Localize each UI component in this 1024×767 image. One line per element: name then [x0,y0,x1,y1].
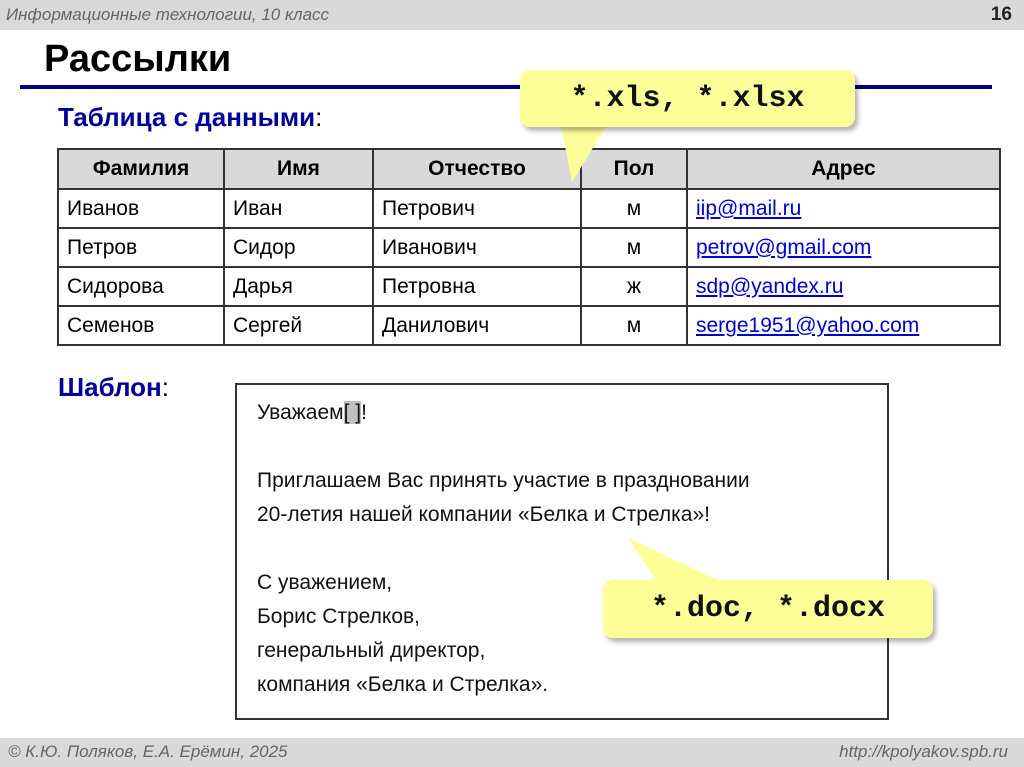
table-row: Иванов Иван Петрович м iip@mail.ru [57,188,1001,229]
template-heading: Шаблон: [58,372,169,403]
cell: Семенов [57,305,225,346]
col-header: Отчество [372,148,582,190]
body-line-2: 20-летия нашей компании «Белка и Стрелка… [257,503,710,526]
cell: Иван [223,188,374,229]
cell: Сидорова [57,266,225,307]
cell: Петровна [372,266,582,307]
slide-title: Рассылки [44,38,232,80]
table-row: Семенов Сергей Данилович м serge1951@yahoo.c… [57,305,1001,346]
colon: : [315,102,323,132]
header-bar: Информационные технологии, 10 класс 16 [0,0,1024,30]
authors: © К.Ю. Поляков, Е.А. Ерёмин, 2025 [8,742,288,761]
body-line-1: Приглашаем Вас принять участие в праздно… [257,469,750,492]
cell: м [580,305,688,346]
table-row: Петров Сидор Иванович м petrov@gmail.com [57,227,1001,268]
cell: Иванов [57,188,225,229]
greeting-line: Уважаем[ ]! [257,401,367,425]
email-link[interactable]: iip@mail.ru [696,197,801,220]
col-header: Имя [223,148,374,190]
cell: м [580,188,688,229]
cell: serge1951@yahoo.com [686,305,1001,346]
cell: Сидор [223,227,374,268]
table-row: Сидорова Дарья Петровна ж sdp@yandex.ru [57,266,1001,307]
data-table: Фамилия Имя Отчество Пол Адрес Иванов Ива… [57,148,1001,346]
email-link[interactable]: serge1951@yahoo.com [696,314,919,337]
cell: iip@mail.ru [686,188,1001,229]
exclamation: ! [361,401,367,424]
email-link[interactable]: petrov@gmail.com [696,236,871,259]
signature-line-1: С уважением, [257,571,393,594]
col-header: Фамилия [57,148,225,190]
table-heading-text: Таблица с данными [58,102,316,132]
email-link[interactable]: sdp@yandex.ru [696,275,843,298]
col-header: Пол [580,148,688,190]
table-header-row: Фамилия Имя Отчество Пол Адрес [57,148,1001,190]
signature-line-2: Борис Стрелков, [257,605,420,628]
signature-line-3: генеральный директор, [257,639,486,662]
colon: : [161,372,169,402]
letter-template: Уважаем[ ]! Приглашаем Вас принять участ… [235,383,889,720]
table-heading: Таблица с данными: [58,102,322,133]
cell: Петрович [372,188,582,229]
cell: м [580,227,688,268]
template-heading-text: Шаблон [58,372,162,402]
greeting: Уважаем [257,401,344,424]
doc-callout: *.doc, *.docx [603,580,933,638]
cell: Дарья [223,266,374,307]
cell: ж [580,266,688,307]
course-title: Информационные технологии, 10 класс [6,5,330,24]
page-number: 16 [990,4,1012,25]
merge-field-placeholder: [ ] [343,401,362,424]
callout-pointer [560,120,730,586]
cell: Петров [57,227,225,268]
site-url[interactable]: http://kpolyakov.spb.ru [839,742,1008,762]
footer-bar: © К.Ю. Поляков, Е.А. Ерёмин, 2025 http:/… [0,738,1024,767]
cell: Данилович [372,305,582,346]
cell: Иванович [372,227,582,268]
xls-callout: *.xls, *.xlsx [520,70,855,127]
cell: petrov@gmail.com [686,227,1001,268]
cell: sdp@yandex.ru [686,266,1001,307]
cell: Сергей [223,305,374,346]
signature-line-4: компания «Белка и Стрелка». [257,673,549,696]
col-header: Адрес [686,148,1001,190]
